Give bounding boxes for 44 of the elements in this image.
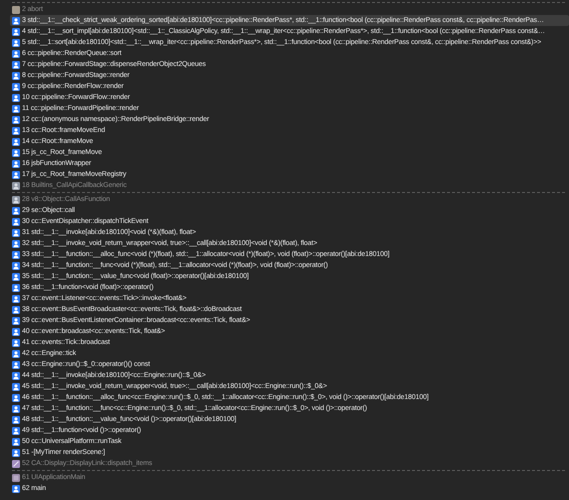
person-icon [12,228,20,236]
person-icon [12,394,20,402]
person-icon [12,38,20,46]
person-icon [12,250,20,258]
person-icon [12,148,20,156]
person-icon [12,182,20,190]
square-icon [12,6,20,14]
slash-icon [12,460,20,468]
person-icon [12,170,20,178]
person-icon [12,196,20,204]
person-icon [12,60,20,68]
person-icon [12,272,20,280]
person-icon [12,28,20,36]
person-icon [12,104,20,112]
person-icon [12,72,20,80]
person-icon [12,438,20,446]
person-icon [12,160,20,168]
person-icon [12,448,20,456]
person-icon [12,16,20,24]
person-icon [12,484,20,492]
person-icon [12,328,20,336]
person-icon [12,404,20,412]
person-icon [12,262,20,270]
person-icon [12,284,20,292]
person-icon [12,50,20,58]
person-icon [12,138,20,146]
person-icon [12,82,20,90]
person-icon [12,372,20,380]
person-icon [12,426,20,434]
person-icon [12,350,20,358]
person-icon [12,416,20,424]
person-icon [12,316,20,324]
person-icon [12,382,20,390]
person-icon [12,240,20,248]
person-icon [12,306,20,314]
person-icon [12,294,20,302]
person-icon [12,206,20,214]
square-icon [12,474,20,482]
person-icon [12,360,20,368]
person-icon [12,116,20,124]
person-icon [12,94,20,102]
person-icon [12,218,20,226]
person-icon [12,338,20,346]
person-icon [12,126,20,134]
